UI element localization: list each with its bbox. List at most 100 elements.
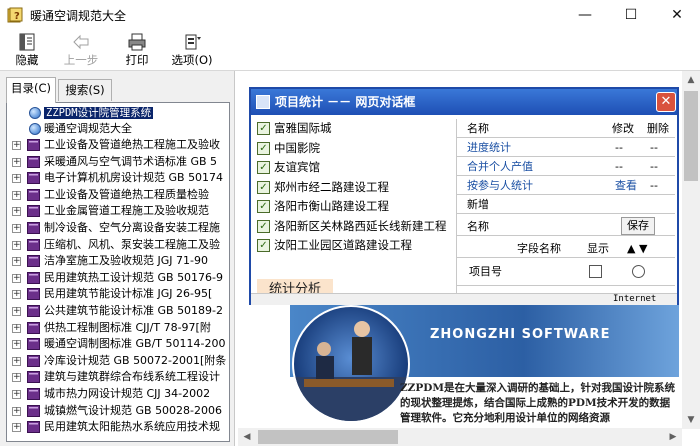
tree-item[interactable]: + 民用建筑节能设计标准 JGJ 26-95[ — [7, 286, 229, 302]
tree-item[interactable]: + 城市热力网设计规范 CJJ 34-2002 — [7, 386, 229, 402]
stat-name-link[interactable]: 按参与人统计 — [467, 176, 533, 195]
tree-item-label: 暖通空调规范大全 — [44, 122, 132, 135]
stat-edit: -- — [615, 160, 623, 173]
tree-item-label: 民用建筑节能设计标准 JGJ 26-95[ — [44, 287, 213, 301]
tree-item[interactable]: + 建筑与建筑群综合布线系统工程设计 — [7, 369, 229, 385]
project-label: 洛阳新区关林路西延长线新建工程 — [274, 218, 447, 233]
stat-edit: -- — [615, 141, 623, 154]
sort-radio[interactable] — [632, 265, 645, 278]
tree-item[interactable]: + 洁净室施工及验收规范 JGJ 71-90 — [7, 253, 229, 269]
back-label: 上一步 — [63, 53, 99, 67]
field-header-row: 字段名称 显示 ▲ ▼ — [457, 239, 675, 258]
checkbox-checked-icon[interactable]: ✓ — [257, 141, 270, 155]
tree-item[interactable]: + 供热工程制图标准 CJJ/T 78-97[附 — [7, 320, 229, 336]
horizontal-scrollbar[interactable]: ◀ ▶ — [238, 428, 682, 446]
tree-item[interactable]: + 工业金属管道工程施工及验收规范 — [7, 203, 229, 219]
table-row: 进度统计 -- -- — [457, 138, 675, 157]
checkbox-checked-icon[interactable]: ✓ — [257, 122, 270, 135]
tree-item[interactable]: + 暖通空调制图标准 GB/T 50114-200 — [7, 336, 229, 352]
save-button[interactable]: 保存 — [621, 217, 655, 235]
expand-icon[interactable]: + — [12, 373, 21, 383]
header-delete: 删除 — [647, 122, 669, 135]
maximize-button[interactable]: ☐ — [608, 0, 654, 30]
dialog-close-button[interactable]: ✕ — [656, 92, 676, 112]
tree-item-label: 洁净室施工及验收规范 JGJ 71-90 — [44, 254, 208, 268]
tree-item[interactable]: + 工业设备及管道绝热工程质量检验 — [7, 187, 229, 203]
expand-icon[interactable]: + — [12, 307, 21, 316]
tree-item[interactable]: + 采暖通风与空气调节术语标准 GB 5 — [7, 154, 229, 170]
scroll-right-icon[interactable]: ▶ — [664, 428, 682, 446]
people-image — [294, 321, 408, 421]
expand-icon[interactable]: + — [12, 207, 21, 217]
tree-item-hvac-root[interactable]: 暖通空调规范大全 — [7, 121, 229, 137]
expand-icon[interactable]: + — [12, 356, 21, 366]
checkbox-checked-icon[interactable]: ✓ — [257, 239, 270, 252]
stat-name-link[interactable]: 合并个人产值 — [467, 157, 533, 176]
tree-item[interactable]: + 民用建筑太阳能热水系统应用技术规 — [7, 419, 229, 435]
expand-icon[interactable]: + — [12, 406, 21, 416]
minimize-button[interactable]: — — [562, 0, 608, 30]
tree-item-zzpdm[interactable]: ZZPDM设计院管理系统 — [7, 105, 229, 121]
dialog-icon — [256, 95, 270, 109]
back-button[interactable]: 上一步 — [62, 32, 100, 68]
project-label: 郑州市经二路建设工程 — [274, 179, 389, 194]
tree-item-label: 供热工程制图标准 CJJ/T 78-97[附 — [44, 320, 211, 334]
expand-icon[interactable]: + — [12, 157, 21, 167]
tree-item-label: 冷库设计规范 GB 50072-2001[附条 — [44, 353, 227, 367]
stat-edit[interactable]: 查看 — [615, 176, 637, 195]
expand-icon[interactable]: + — [12, 323, 21, 333]
webpage-hero: ZHONGZHI SOFTWARE ZZPDM是在大量深入调研的基础上，针对我国… — [290, 305, 679, 428]
tree-item[interactable]: + 电子计算机机房设计规范 GB 50174 — [7, 170, 229, 186]
options-label: 选项(O) — [171, 53, 213, 67]
expand-icon[interactable]: + — [12, 224, 21, 233]
expand-icon[interactable]: + — [12, 141, 21, 150]
horizontal-scroll-thumb[interactable] — [258, 430, 398, 444]
vertical-scroll-thumb[interactable] — [684, 91, 698, 181]
tree-item[interactable]: + 压缩机、风机、泵安装工程施工及验 — [7, 237, 229, 253]
expand-icon[interactable]: + — [12, 190, 21, 200]
checkbox-checked-icon[interactable]: ✓ — [257, 180, 270, 194]
stat-name-link[interactable]: 进度统计 — [467, 138, 511, 157]
expand-icon[interactable]: + — [12, 240, 21, 250]
print-button[interactable]: 打印 — [122, 32, 152, 68]
navigation-pane: 目录(C) 搜索(S) ZZPDM设计院管理系统 暖通空调规范大全 + 工业设备及… — [0, 71, 235, 446]
toolbar: 隐藏 上一步 打印 选项(O) — [0, 30, 700, 70]
book-icon — [27, 238, 40, 251]
sort-header[interactable]: ▲ ▼ — [627, 239, 647, 258]
tree-item[interactable]: + 民用建筑热工设计规范 GB 50176-9 — [7, 270, 229, 286]
printer-icon — [128, 33, 146, 51]
scroll-left-icon[interactable]: ◀ — [238, 428, 256, 446]
vertical-scrollbar[interactable]: ▲ ▼ — [682, 71, 700, 429]
scroll-down-icon[interactable]: ▼ — [682, 411, 700, 429]
tree-item[interactable]: + 工业设备及管道绝热工程施工及验收 — [7, 137, 229, 153]
tab-search[interactable]: 搜索(S) — [58, 79, 112, 101]
tab-contents[interactable]: 目录(C) — [6, 77, 56, 103]
expand-icon[interactable]: + — [12, 423, 21, 433]
checkbox-checked-icon[interactable]: ✓ — [257, 200, 270, 213]
tree-item[interactable]: + 城镇燃气设计规范 GB 50028-2006 — [7, 403, 229, 419]
checkbox-checked-icon[interactable]: ✓ — [257, 219, 270, 233]
display-checkbox[interactable] — [589, 265, 602, 278]
stat-delete: -- — [650, 141, 658, 154]
tree-item[interactable]: + 公共建筑节能设计标准 GB 50189-2 — [7, 303, 229, 319]
options-button[interactable]: 选项(O) — [170, 32, 214, 68]
expand-icon[interactable]: + — [12, 257, 21, 267]
expand-icon[interactable]: + — [12, 340, 21, 350]
add-new-row[interactable]: 新增 — [457, 195, 675, 214]
expand-icon[interactable]: + — [12, 390, 21, 399]
expand-icon[interactable]: + — [12, 290, 21, 300]
hide-button[interactable]: 隐藏 — [12, 32, 42, 68]
expand-icon[interactable]: + — [12, 174, 21, 184]
stats-table: 名称 修改 删除 进度统计 -- -- 合并个人产值 -- -- 按参与人统计 查看 -- 新增… — [456, 119, 675, 305]
close-button[interactable]: ✕ — [654, 0, 700, 30]
table-row: 合并个人产值 -- -- — [457, 157, 675, 176]
checkbox-checked-icon[interactable]: ✓ — [257, 161, 270, 174]
tree-item[interactable]: + 冷库设计规范 GB 50072-2001[附条 — [7, 353, 229, 369]
book-icon — [27, 338, 40, 351]
tree-item[interactable]: + 制冷设备、空气分离设备安装工程施 — [7, 220, 229, 236]
scroll-up-icon[interactable]: ▲ — [682, 71, 700, 89]
dialog-title-bar: 项目统计 －－ 网页对话框 ✕ — [251, 89, 677, 115]
tree-item-label: 建筑与建筑群综合布线系统工程设计 — [44, 370, 220, 384]
book-icon — [27, 388, 40, 400]
expand-icon[interactable]: + — [12, 273, 21, 283]
